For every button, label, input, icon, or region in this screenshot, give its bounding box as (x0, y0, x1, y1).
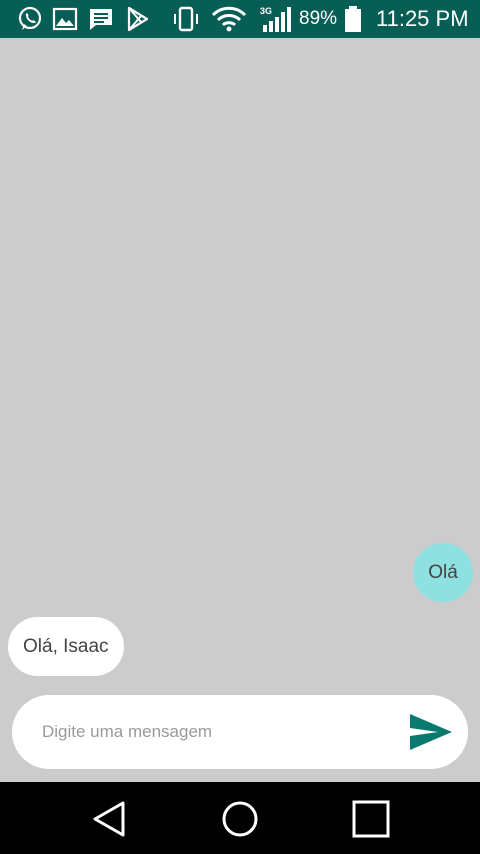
battery-percent: 89% (299, 8, 338, 29)
back-icon (93, 801, 125, 837)
message-incoming: Olá, Isaac (8, 617, 124, 676)
whatsapp-icon (16, 5, 44, 33)
chat-area: Olá Olá, Isaac (0, 38, 480, 782)
clock: 11:25 PM (376, 6, 469, 31)
recents-button[interactable] (351, 799, 391, 839)
image-icon (51, 5, 79, 33)
wifi-icon (211, 5, 247, 33)
send-button[interactable] (408, 712, 454, 752)
network-type-label: 3G (260, 6, 272, 16)
home-button[interactable] (220, 799, 260, 839)
recents-icon (352, 800, 390, 838)
message-text: Olá, Isaac (23, 635, 109, 657)
battery-icon (342, 5, 364, 33)
status-bar: 3G 89% 11:25 PM (0, 0, 480, 38)
signal-3g-icon: 3G (259, 5, 293, 33)
message-input[interactable] (42, 695, 382, 769)
message-icon (87, 5, 115, 33)
send-icon (410, 714, 452, 750)
navigation-bar (0, 782, 480, 854)
vibrate-icon (172, 5, 200, 33)
message-text: Olá (428, 561, 458, 583)
message-outgoing: Olá (413, 543, 473, 602)
play-store-icon (124, 5, 152, 33)
message-composer (12, 695, 468, 769)
home-icon (222, 801, 258, 837)
back-button[interactable] (89, 799, 129, 839)
